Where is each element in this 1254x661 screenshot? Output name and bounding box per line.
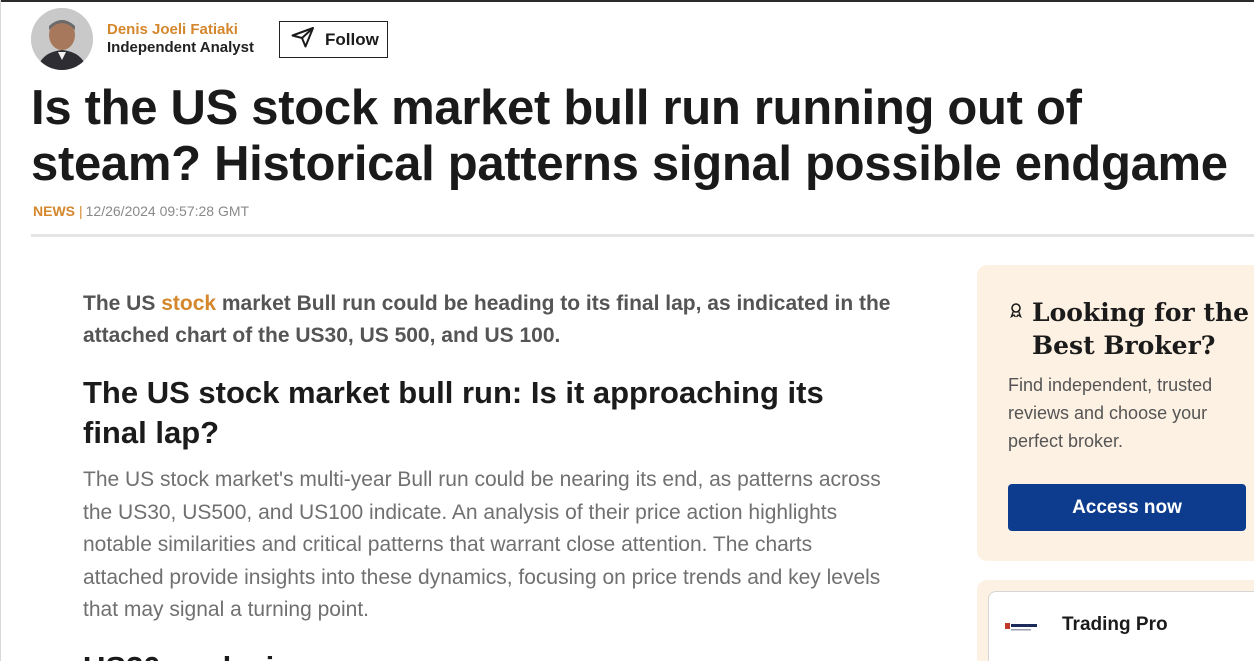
trading-pro-name[interactable]: Trading Pro bbox=[1062, 614, 1168, 636]
award-ribbon-icon bbox=[1008, 302, 1024, 319]
promo-text: Find independent, trusted reviews and ch… bbox=[1008, 375, 1213, 451]
promo-title: Looking for the Best Broker? bbox=[1032, 298, 1250, 360]
publish-timestamp: 12/26/2024 09:57:28 GMT bbox=[85, 203, 250, 219]
author-name[interactable]: Denis Joeli Fatiaki bbox=[107, 21, 238, 38]
article-paragraph: The US stock market's multi-year Bull ru… bbox=[83, 468, 881, 621]
tradingpro-logo bbox=[1005, 620, 1039, 632]
stock-link[interactable]: stock bbox=[161, 292, 216, 315]
author-avatar[interactable] bbox=[31, 8, 93, 70]
paper-plane-icon bbox=[291, 26, 315, 53]
article-headline: Is the US stock market bull run running … bbox=[31, 81, 1228, 191]
follow-button[interactable]: Follow bbox=[279, 21, 388, 58]
article-subheading: The US stock market bull run: Is it appr… bbox=[83, 375, 824, 450]
left-border bbox=[0, 0, 1, 661]
header-divider bbox=[31, 234, 1254, 237]
next-section-heading: US30 analysis bbox=[83, 648, 292, 661]
access-now-button[interactable]: Access now bbox=[1008, 484, 1246, 531]
meta-separator: | bbox=[79, 203, 83, 219]
top-border bbox=[0, 0, 1254, 2]
category-link[interactable]: NEWS bbox=[33, 203, 75, 219]
author-role: Independent Analyst bbox=[107, 39, 254, 56]
article-lead: The US stock market Bull run could be he… bbox=[83, 288, 903, 352]
lead-text-start: The US bbox=[83, 292, 162, 315]
article-meta: NEWS | 12/26/2024 09:57:28 GMT bbox=[33, 203, 249, 219]
follow-label: Follow bbox=[325, 29, 379, 49]
